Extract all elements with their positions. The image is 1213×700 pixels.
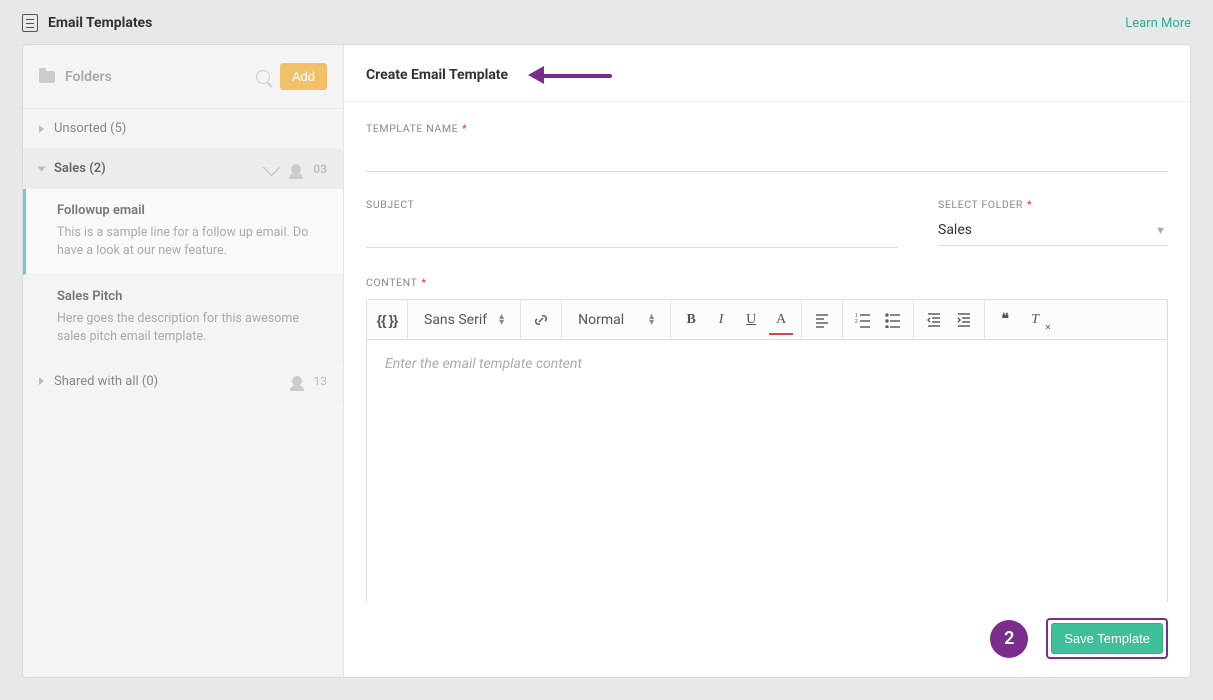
folder-label: Unsorted (5) bbox=[54, 121, 126, 136]
font-size-select[interactable]: Normal ▴▾ bbox=[570, 312, 662, 328]
merge-fields-button[interactable]: {{ }} bbox=[375, 307, 399, 333]
save-template-button[interactable]: Save Template bbox=[1051, 623, 1163, 654]
indent-icon bbox=[956, 312, 972, 328]
folder-select[interactable]: Sales ▼ bbox=[938, 217, 1168, 246]
indent-button[interactable] bbox=[952, 307, 976, 333]
insert-link-button[interactable] bbox=[529, 307, 553, 333]
sidebar-item-shared[interactable]: Shared with all (0) 13 bbox=[23, 362, 343, 402]
align-left-button[interactable] bbox=[810, 307, 834, 333]
annotation-arrow bbox=[532, 68, 612, 82]
caret-icon bbox=[39, 377, 44, 385]
text-color-button[interactable]: A bbox=[769, 307, 793, 333]
template-item-salespitch[interactable]: Sales Pitch Here goes the description fo… bbox=[23, 275, 343, 361]
learn-more-link[interactable]: Learn More bbox=[1125, 16, 1191, 31]
sidebar: Folders Add Unsorted (5) Sales (2) 03 bbox=[23, 45, 344, 677]
caret-down-icon bbox=[38, 166, 46, 171]
template-name: Sales Pitch bbox=[57, 289, 325, 304]
unordered-list-icon bbox=[885, 312, 901, 328]
editor-placeholder: Enter the email template content bbox=[385, 356, 582, 372]
ordered-list-icon: 12 bbox=[855, 312, 871, 328]
template-desc: This is a sample line for a follow up em… bbox=[57, 224, 325, 260]
main-panel: Folders Add Unsorted (5) Sales (2) 03 bbox=[22, 44, 1191, 678]
folder-selected-value: Sales bbox=[938, 217, 1168, 246]
subject-label: Subject bbox=[366, 198, 898, 211]
select-folder-label: Select Folder* bbox=[938, 198, 1168, 211]
outdent-icon bbox=[926, 312, 942, 328]
svg-text:2: 2 bbox=[855, 319, 858, 325]
caret-icon bbox=[39, 125, 44, 133]
document-icon bbox=[22, 14, 38, 32]
blockquote-button[interactable]: ❝ bbox=[993, 307, 1017, 333]
template-name: Followup email bbox=[57, 203, 325, 218]
person-icon bbox=[292, 376, 302, 386]
form-heading: Create Email Template bbox=[366, 67, 508, 83]
step-badge: 2 bbox=[990, 620, 1028, 658]
search-icon[interactable] bbox=[256, 70, 270, 84]
sort-arrows-icon: ▴▾ bbox=[649, 314, 654, 325]
unordered-list-button[interactable] bbox=[881, 307, 905, 333]
italic-button[interactable]: I bbox=[709, 307, 733, 333]
font-family-select[interactable]: Sans Serif ▴▾ bbox=[416, 312, 512, 328]
chevron-down-icon: ▼ bbox=[1155, 224, 1166, 237]
sidebar-item-unsorted[interactable]: Unsorted (5) bbox=[23, 109, 343, 149]
editor-content-area[interactable]: Enter the email template content bbox=[367, 340, 1167, 602]
outdent-button[interactable] bbox=[922, 307, 946, 333]
folder-label: Shared with all (0) bbox=[54, 374, 158, 389]
folder-label: Sales (2) bbox=[54, 161, 106, 176]
person-icon bbox=[291, 164, 301, 174]
edit-icon[interactable] bbox=[263, 159, 280, 176]
folders-header: Folders Add bbox=[23, 45, 343, 109]
clear-format-button[interactable]: T✕ bbox=[1023, 307, 1047, 333]
template-desc: Here goes the description for this aweso… bbox=[57, 310, 325, 346]
link-icon bbox=[533, 312, 549, 328]
ordered-list-button[interactable]: 12 bbox=[851, 307, 875, 333]
align-left-icon bbox=[814, 312, 830, 328]
template-name-label: Template Name* bbox=[366, 122, 1168, 135]
sort-arrows-icon: ▴▾ bbox=[499, 314, 504, 325]
sidebar-item-sales[interactable]: Sales (2) 03 bbox=[23, 149, 343, 189]
main-content: Create Email Template Template Name* Sub… bbox=[344, 45, 1190, 677]
content-label: Content* bbox=[366, 276, 1168, 289]
folders-title: Folders bbox=[65, 69, 112, 85]
add-folder-button[interactable]: Add bbox=[280, 63, 327, 90]
folder-count: 13 bbox=[314, 374, 328, 388]
underline-button[interactable]: U bbox=[739, 307, 763, 333]
folder-icon bbox=[39, 71, 55, 83]
folder-count: 03 bbox=[313, 162, 327, 176]
template-item-followup[interactable]: Followup email This is a sample line for… bbox=[23, 189, 343, 275]
rich-text-editor: {{ }} Sans Serif ▴▾ bbox=[366, 299, 1168, 602]
template-name-input[interactable] bbox=[366, 141, 1168, 172]
page-title: Email Templates bbox=[48, 15, 152, 31]
editor-toolbar: {{ }} Sans Serif ▴▾ bbox=[367, 300, 1167, 340]
subject-input[interactable] bbox=[366, 217, 898, 248]
bold-button[interactable]: B bbox=[679, 307, 703, 333]
save-highlight-frame: Save Template bbox=[1046, 618, 1168, 659]
